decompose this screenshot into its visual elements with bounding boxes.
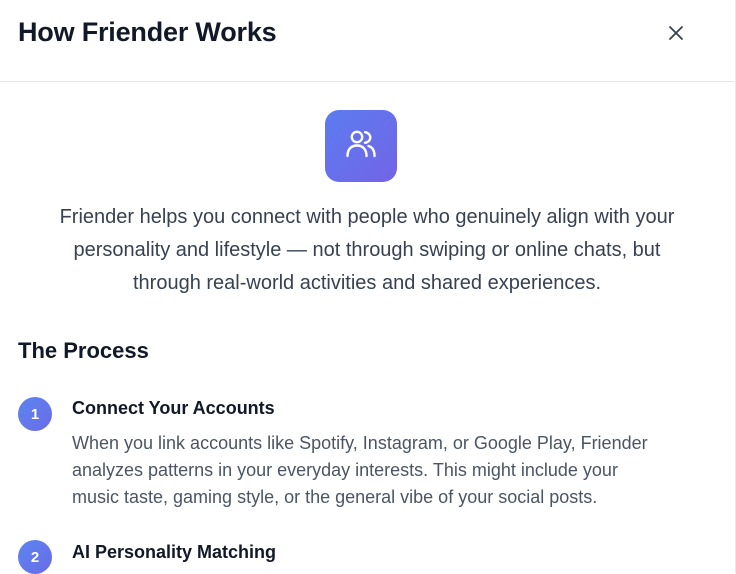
intro-line: through real-world activities and shared… — [132, 272, 602, 294]
step-title: AI Personality Matching — [72, 542, 277, 562]
step-description-line: music taste, gaming style, or the genera… — [72, 487, 598, 507]
how-it-works-modal: How Friender Works Friender helps you co… — [0, 0, 736, 574]
intro-text: Friender helps you connect with people w… — [20, 201, 714, 300]
step-description-line: When you link accounts like Spotify, Ins… — [72, 433, 648, 453]
step-title: Connect Your Accounts — [72, 398, 275, 418]
intro-line: Friender helps you connect with people w… — [59, 206, 675, 228]
users-icon — [343, 126, 379, 167]
step-description: When you link accounts like Spotify, Ins… — [72, 430, 712, 511]
hero-badge — [325, 110, 397, 182]
step-description-line: analyzes patterns in your everyday inter… — [72, 460, 618, 480]
step-number-badge: 2 — [18, 540, 52, 574]
close-icon — [667, 24, 685, 47]
step-number-badge: 1 — [18, 397, 52, 431]
modal-title: How Friender Works — [18, 17, 277, 47]
close-button[interactable] — [661, 20, 691, 50]
process-section-title: The Process — [18, 338, 149, 363]
modal-header: How Friender Works — [0, 0, 734, 82]
intro-line: personality and lifestyle — not through … — [73, 239, 661, 261]
